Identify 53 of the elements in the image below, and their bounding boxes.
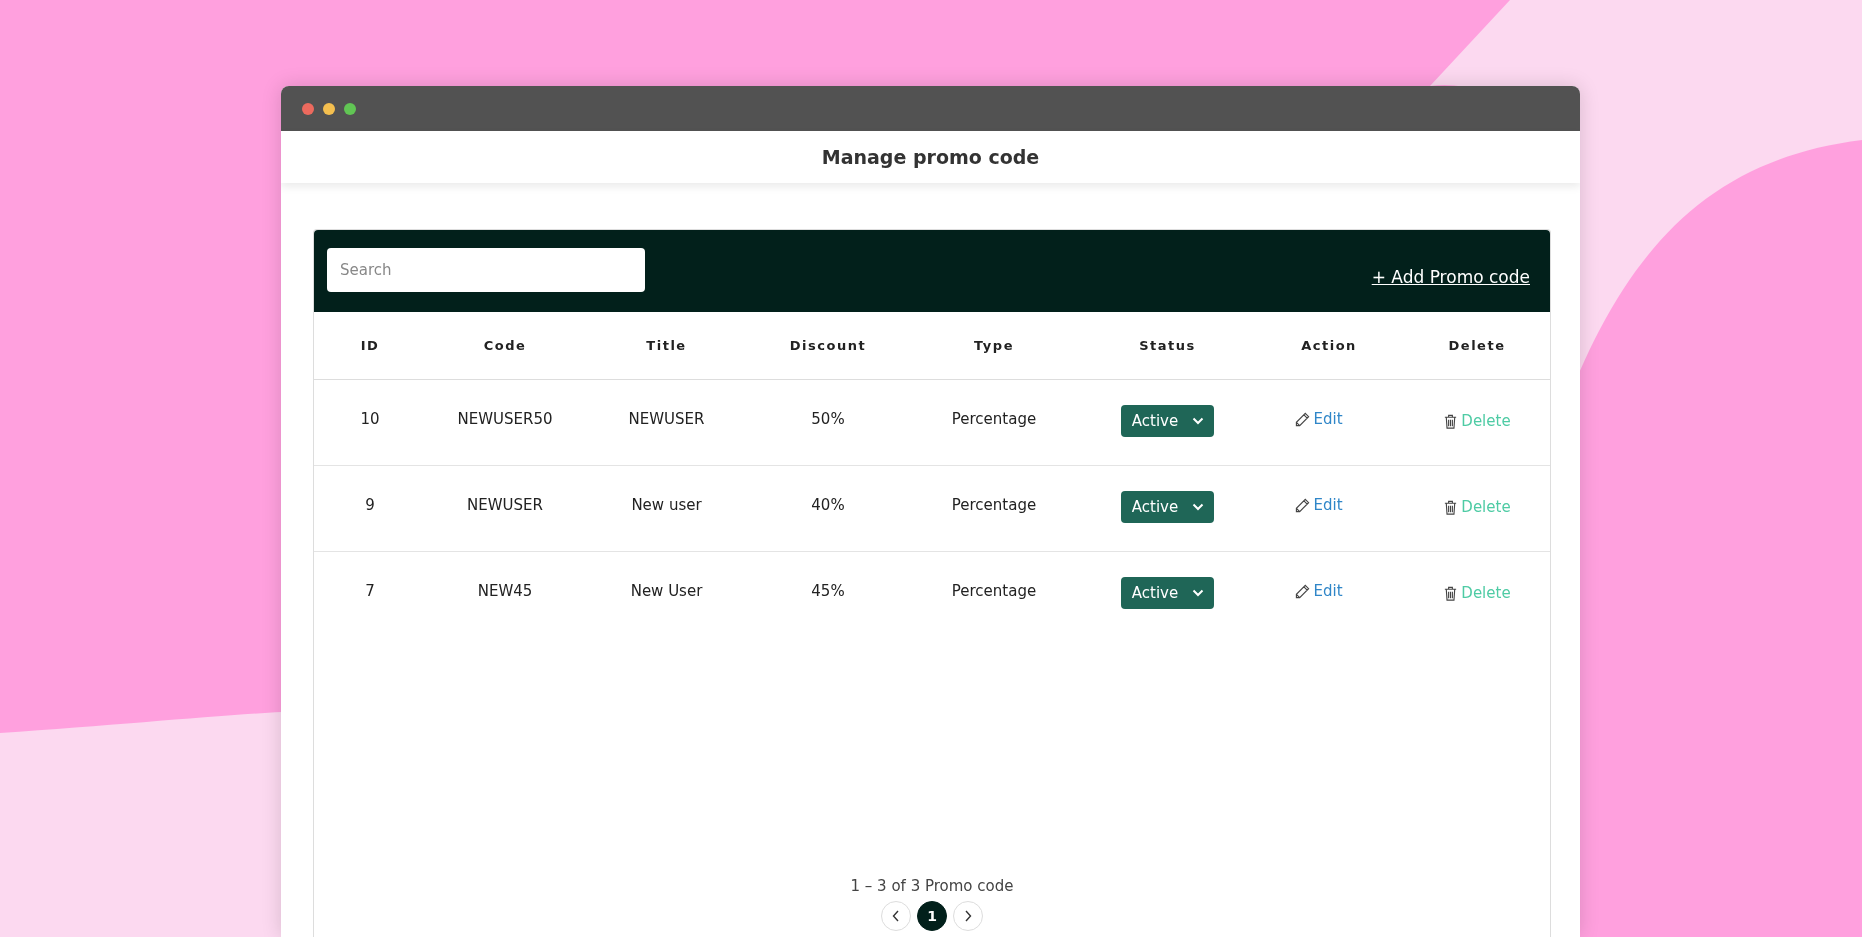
chevron-left-icon <box>892 910 900 922</box>
page-number-button[interactable]: 1 <box>917 901 947 931</box>
column-header: Type <box>973 338 1015 353</box>
status-dropdown[interactable]: Active <box>1120 577 1215 609</box>
previous-page-button[interactable] <box>881 901 911 931</box>
page-title: Manage promo code <box>821 146 1040 168</box>
pencil-icon <box>1295 497 1311 513</box>
chevron-right-icon <box>964 910 972 922</box>
pencil-icon <box>1295 583 1311 599</box>
delete-link[interactable]: Delete <box>1443 498 1511 516</box>
table-cell-text: 7 <box>364 582 376 600</box>
edit-link[interactable]: Edit <box>1295 410 1343 428</box>
table-cell-text: Percentage <box>950 410 1038 428</box>
add-promo-code-link[interactable]: + Add Promo code <box>1371 267 1530 287</box>
minimize-dot-icon[interactable] <box>323 102 335 115</box>
table-cell-text: Percentage <box>950 496 1038 514</box>
status-dropdown[interactable]: Active <box>1120 491 1215 523</box>
delete-link[interactable]: Delete <box>1443 412 1511 430</box>
trash-icon <box>1443 585 1459 601</box>
edit-link[interactable]: Edit <box>1295 582 1343 600</box>
table-cell-text: 40% <box>810 496 846 514</box>
table-cell-text: 50% <box>810 410 846 428</box>
column-header: Action <box>1300 338 1358 353</box>
maximize-dot-icon[interactable] <box>344 102 356 115</box>
next-page-button[interactable] <box>953 901 983 931</box>
table-cell-text: NEWUSER <box>627 410 706 428</box>
table-cell-text: New User <box>629 582 704 600</box>
chevron-down-icon <box>1192 503 1205 511</box>
chevron-down-icon <box>1192 589 1205 597</box>
table-cell-text: 10 <box>359 410 381 428</box>
close-dot-icon[interactable] <box>302 102 314 115</box>
trash-icon <box>1443 413 1459 429</box>
column-header: Status <box>1138 338 1197 353</box>
table-cell-text: 9 <box>364 496 376 514</box>
table-cell-text: 45% <box>810 582 846 600</box>
table-cell-text: Percentage <box>950 582 1038 600</box>
delete-link[interactable]: Delete <box>1443 584 1511 602</box>
trash-icon <box>1443 499 1459 515</box>
column-header: Code <box>482 338 528 353</box>
column-header: Discount <box>788 338 868 353</box>
table-cell-text: NEWUSER <box>466 496 544 514</box>
status-dropdown[interactable]: Active <box>1120 405 1215 437</box>
pencil-icon <box>1295 411 1311 427</box>
column-header: ID <box>359 338 381 353</box>
table-cell-text: New user <box>630 496 703 514</box>
column-header: Delete <box>1447 338 1507 353</box>
edit-link[interactable]: Edit <box>1295 496 1343 514</box>
search-field[interactable]: Search <box>327 248 645 292</box>
table-cell-text: NEWUSER50 <box>456 410 554 428</box>
chevron-down-icon <box>1192 417 1205 425</box>
table-cell-text: NEW45 <box>476 582 534 600</box>
pagination-summary: 1 – 3 of 3 Promo code <box>850 877 1014 895</box>
column-header: Title <box>645 338 688 353</box>
